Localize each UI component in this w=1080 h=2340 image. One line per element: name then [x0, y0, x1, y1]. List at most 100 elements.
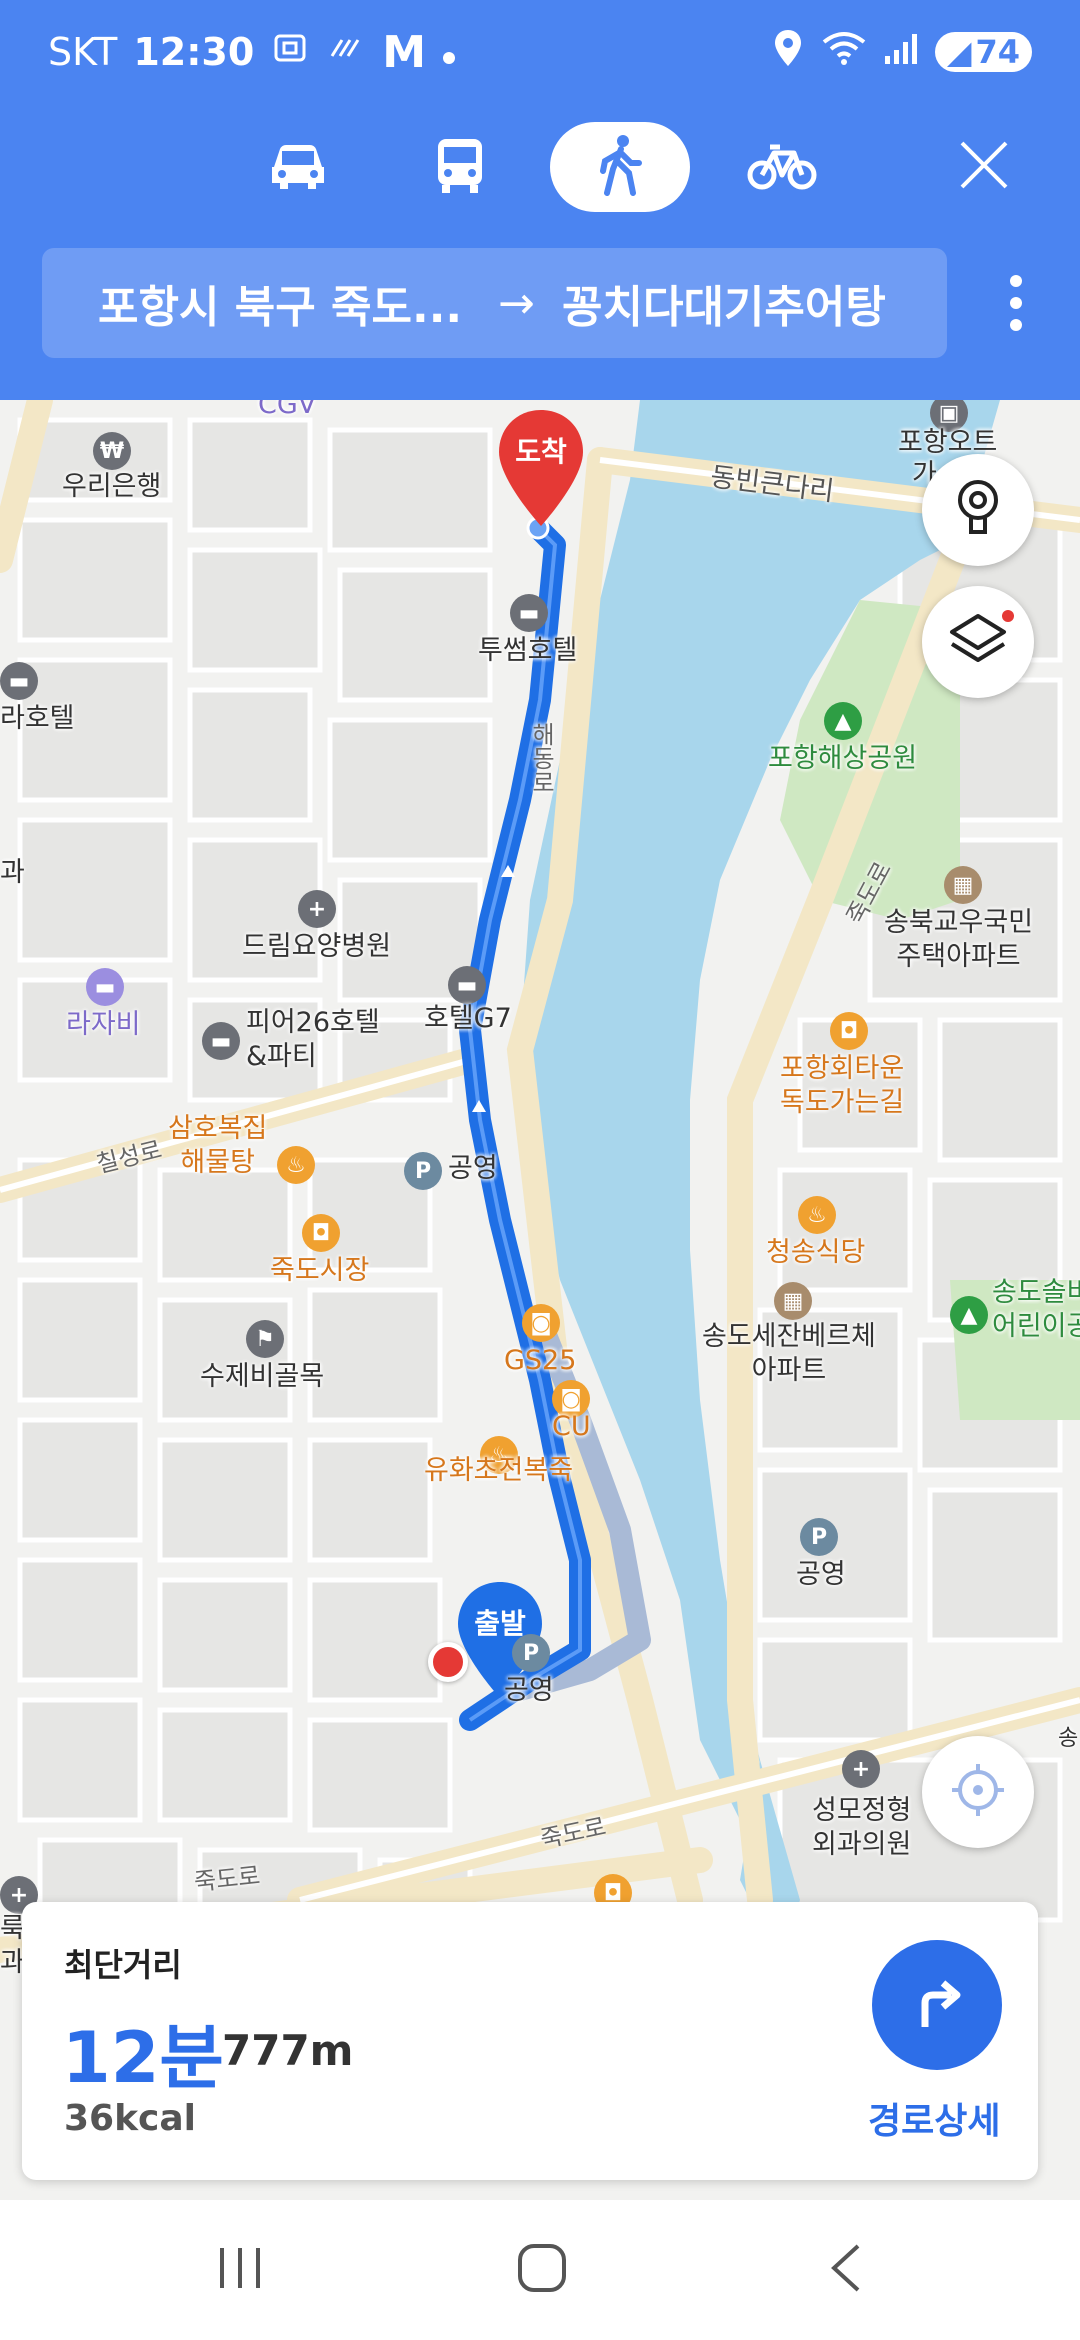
calories: 36kcal: [64, 2098, 197, 2139]
shopping-icon[interactable]: ◘: [830, 1012, 868, 1050]
clock: 12:30: [133, 30, 255, 74]
current-location-dot: [428, 1642, 468, 1682]
hotel-icon[interactable]: ▬: [0, 662, 38, 700]
home-button[interactable]: [514, 2240, 570, 2300]
map-label-yuhwa-porridge: 유화초전복죽: [424, 1455, 574, 1486]
crosshair-icon: [950, 1762, 1006, 1822]
back-button[interactable]: [822, 2240, 870, 2300]
close-button[interactable]: [944, 122, 1024, 212]
park-icon[interactable]: ▲: [824, 702, 862, 740]
my-location-button[interactable]: [922, 1736, 1034, 1848]
walking-icon: [595, 133, 645, 201]
bank-icon[interactable]: ₩: [93, 432, 131, 470]
map-label-songdo-park-cut: 송도솔비 어린이공: [992, 1277, 1080, 1342]
apartment-icon[interactable]: ▦: [774, 1282, 812, 1320]
destination-field[interactable]: 꽁치다대기추어탕: [562, 271, 886, 335]
arrival-pin[interactable]: 도착: [497, 408, 585, 528]
signal-icon: [883, 28, 919, 77]
map-label-cu: CU: [552, 1411, 591, 1442]
bus-icon: [432, 135, 488, 199]
map-label-jukdo-market: 죽도시장: [270, 1255, 370, 1286]
map-label-parking-public-1: 공영: [448, 1153, 498, 1184]
park-icon[interactable]: ▲: [950, 1296, 988, 1334]
map-label-raho-hotel: 라호텔: [0, 703, 75, 734]
battery-indicator: ◢ 74: [934, 32, 1032, 72]
apartment-icon[interactable]: ▦: [944, 866, 982, 904]
map-label-songbuk-apt: 송북교우국민 주택아파트: [884, 907, 1034, 972]
hotel-icon[interactable]: ▬: [448, 966, 486, 1004]
map-label-right-edge: 송: [1058, 1726, 1079, 1751]
map-label-samho-bokjip: 삼호복집 해물탕: [168, 1113, 268, 1178]
route-detail-label[interactable]: 경로상세: [868, 2092, 1000, 2144]
map-label-jukdo-ro-2: 죽도로: [192, 1861, 262, 1897]
map-label-cheongsong-restaurant: 청송식당: [766, 1237, 866, 1268]
bicycle-icon: [746, 137, 818, 197]
data-saver-icon: [326, 28, 366, 77]
map-label-pohang-marine-park: 포항해상공원: [768, 743, 918, 774]
car-mode-tab[interactable]: [228, 122, 368, 212]
map-label-woori-bank: 우리은행: [62, 471, 162, 502]
restaurant-icon[interactable]: ♨: [798, 1196, 836, 1234]
route-type-label: 최단거리: [64, 1946, 182, 1984]
battery-level: 74: [975, 33, 1020, 71]
route-input-box[interactable]: 포항시 북구 죽도... → 꽁치다대기추어탕: [42, 248, 947, 358]
map-label-pohang-hoe-town: 포항회타운 독도가는길: [780, 1053, 905, 1118]
wifi-icon: [821, 28, 867, 77]
system-navigation-bar: [0, 2200, 1080, 2340]
carrier-label: SKT: [48, 30, 118, 74]
map-layers-button[interactable]: [922, 586, 1034, 698]
more-vertical-icon: [1009, 273, 1023, 337]
location-icon: [771, 28, 805, 77]
hospital-icon[interactable]: +: [298, 890, 336, 928]
map-label-seongmo-clinic: 성모정형 외과의원: [812, 1795, 912, 1860]
hotel-icon[interactable]: ▬: [202, 1022, 240, 1060]
turn-right-arrow-icon: [907, 1973, 967, 2037]
more-options-button[interactable]: [976, 270, 1056, 340]
gmail-icon: M: [382, 26, 427, 78]
recent-apps-icon: [220, 2248, 260, 2288]
parking-icon[interactable]: P: [512, 1634, 550, 1672]
map-label-tusum-hotel: 투썸호텔: [478, 635, 578, 666]
close-icon: [958, 139, 1010, 195]
home-icon: [518, 2244, 566, 2292]
notification-dot-icon: [442, 30, 456, 74]
market-icon[interactable]: ◘: [302, 1214, 340, 1252]
map-label-parking-public-2: 공영: [796, 1559, 846, 1590]
back-icon: [831, 2244, 860, 2292]
bike-mode-tab[interactable]: [712, 122, 852, 212]
route-summary-card[interactable]: 최단거리 12분 777m 36kcal 경로상세: [22, 1902, 1038, 2180]
car-icon: [266, 137, 330, 197]
street-view-button[interactable]: [922, 454, 1034, 566]
route-detail-button[interactable]: [872, 1940, 1002, 2070]
status-bar-right: ◢ 74: [771, 24, 1032, 80]
arrival-pin-label: 도착: [515, 435, 567, 468]
convenience-store-icon[interactable]: ◙: [522, 1304, 560, 1342]
parking-icon[interactable]: P: [404, 1152, 442, 1190]
origin-field[interactable]: 포항시 북구 죽도...: [98, 271, 462, 335]
street-view-icon: [953, 478, 1003, 542]
map-label-parking-public-3: 공영: [504, 1675, 554, 1706]
map-label-haedong-ro: 해동로: [527, 722, 555, 794]
map-label-gwa: 과: [0, 857, 25, 888]
landmark-icon[interactable]: ⚑: [246, 1320, 284, 1358]
status-bar-left: SKT 12:30 M: [48, 24, 456, 80]
layers-notification-dot: [1002, 610, 1014, 622]
hotel-icon[interactable]: ▬: [510, 594, 548, 632]
travel-time: 12분: [62, 2017, 224, 2099]
map-label-dream-hospital: 드림요양병원: [242, 931, 392, 962]
hospital-icon[interactable]: +: [842, 1750, 880, 1788]
parking-icon[interactable]: P: [800, 1518, 838, 1556]
map-label-gs25: GS25: [504, 1345, 577, 1376]
map-label-cgv: CGV: [258, 400, 317, 420]
walk-mode-tab[interactable]: [550, 122, 690, 212]
recent-apps-button[interactable]: [212, 2244, 268, 2296]
battery-icon: ◢: [946, 33, 972, 71]
map-label-songdo-apt: 송도세잔베르체 아파트: [702, 1321, 876, 1386]
map-label-pier26-hotel: 피어26호텔 &파티: [246, 1007, 380, 1072]
restaurant-icon[interactable]: ♨: [277, 1146, 315, 1184]
screenshot-icon: [270, 28, 310, 77]
route-arrow: →: [498, 277, 535, 329]
map-label-hotel-g7: 호텔G7: [424, 1003, 512, 1034]
bus-mode-tab[interactable]: [390, 122, 530, 212]
hotel-icon[interactable]: ▬: [86, 968, 124, 1006]
